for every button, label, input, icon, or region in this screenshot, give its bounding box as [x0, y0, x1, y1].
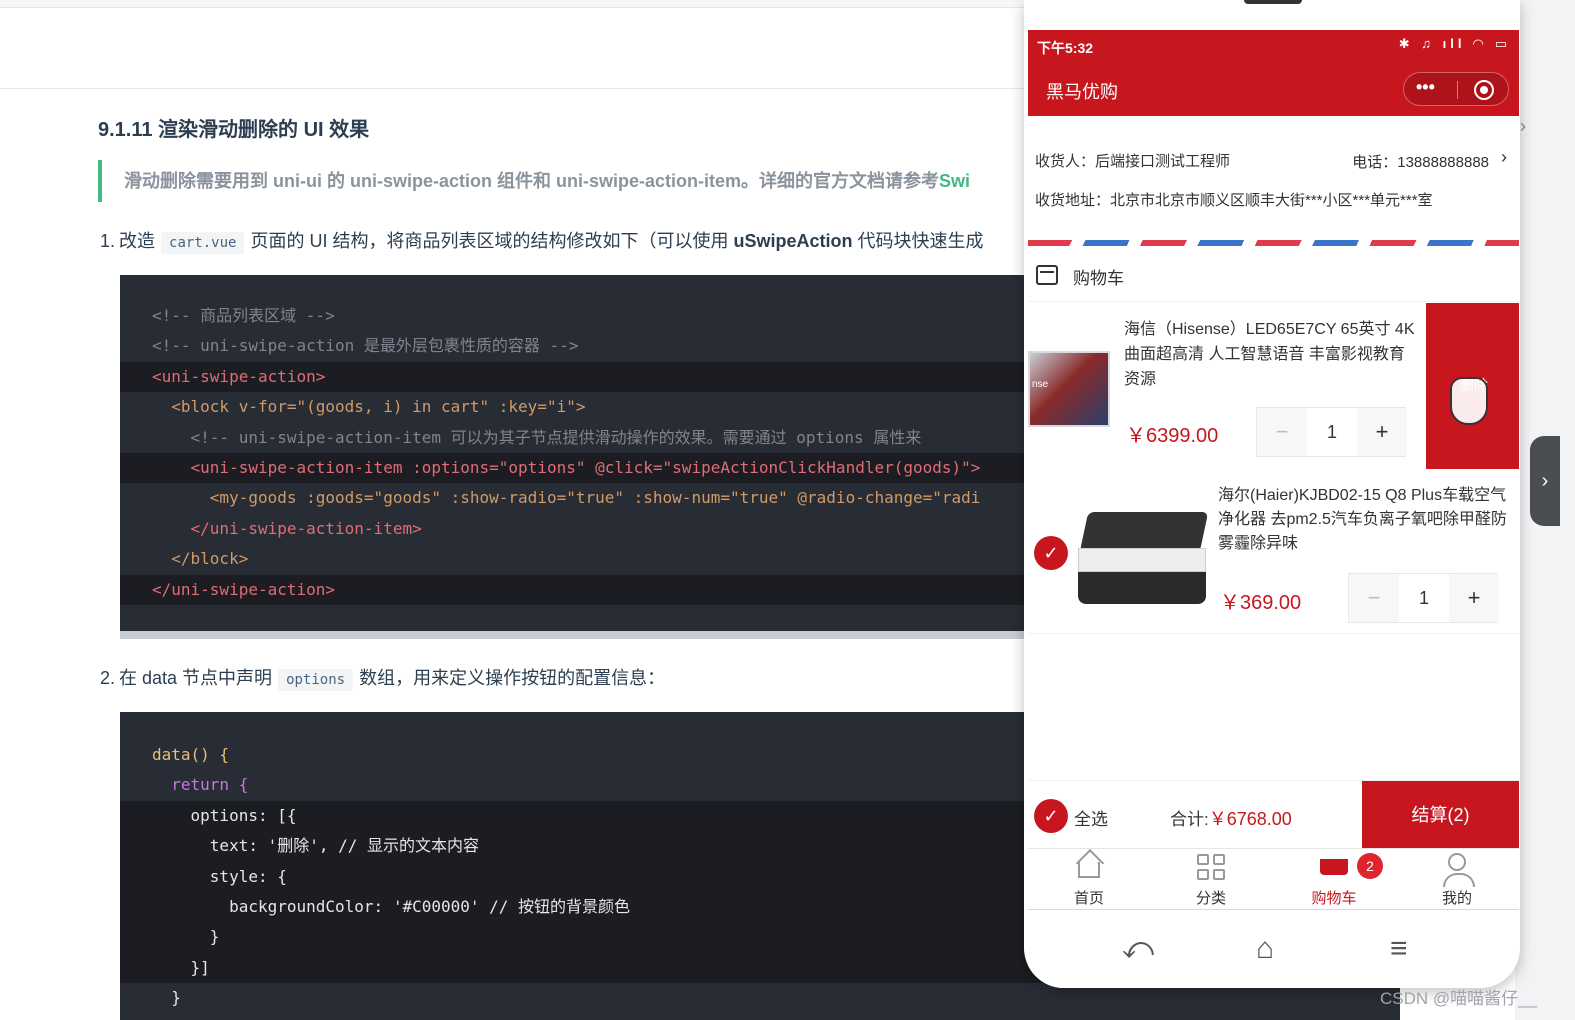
full-address: 收货地址：北京市北京市顺义区顺丰大街***小区***单元***室	[1035, 192, 1433, 209]
settle-bar: ✓ 全选 合计:￥6768.00 结算(2)	[1028, 780, 1519, 849]
tab-category[interactable]: 分类	[1150, 849, 1272, 911]
goods-image: nse	[1028, 351, 1110, 427]
back-icon[interactable]: ⤺	[1122, 932, 1154, 966]
swipe-delete-button[interactable]: 删除	[1426, 303, 1519, 469]
quantity-value[interactable]: 1	[1399, 574, 1449, 622]
code-line: </block>	[152, 549, 249, 569]
app-title: 黑马优购	[1046, 82, 1118, 102]
side-panel-toggle[interactable]: ›	[1530, 436, 1560, 526]
home-icon	[1078, 862, 1100, 878]
minus-button[interactable]: −	[1349, 574, 1399, 622]
plus-button[interactable]: +	[1357, 408, 1407, 456]
code-block-template: <!-- 商品列表区域 --> <!-- uni-swipe-action 是最…	[120, 275, 1025, 639]
cart-badge: 2	[1357, 853, 1383, 879]
tab-home[interactable]: 首页	[1028, 849, 1150, 911]
tab-my[interactable]: 我的	[1396, 849, 1518, 911]
tip-blockquote: 滑动删除需要用到 uni-ui 的 uni-swipe-action 组件和 u…	[98, 160, 1030, 202]
goods-price: ￥369.00	[1220, 592, 1302, 614]
address-border-stripe	[1028, 240, 1519, 246]
status-bar: 下午5:32 ✱ ♫ ıll ◠ ▭	[1028, 30, 1519, 62]
capsule-divider	[1457, 81, 1458, 99]
goods-image	[1076, 508, 1210, 608]
phone-notch	[1244, 0, 1302, 4]
inline-code-cart-vue: cart.vue	[161, 232, 245, 254]
cart-icon	[1320, 859, 1348, 875]
receiver: 收货人：后端接口测试工程师	[1035, 153, 1231, 170]
doc-divider	[0, 88, 1030, 89]
inline-code-options: options	[278, 669, 354, 691]
tab-bar: 首页 分类 2 购物车 我的	[1028, 848, 1519, 910]
receiver-phone: 电话：13888888888	[1352, 154, 1489, 171]
code-line: <uni-swipe-action-item :options="options…	[120, 452, 1025, 484]
user-icon	[1443, 853, 1475, 887]
cart-item[interactable]: ✓ 海尔(Haier)KJBD02-15 Q8 Plus车载空气净化器 去pm2…	[1028, 470, 1519, 634]
code-line: <!-- 商品列表区域 -->	[152, 306, 335, 325]
cart-title: 购物车	[1073, 269, 1124, 288]
system-nav-bar: ⤺ ⌂ ≡	[1028, 912, 1519, 988]
code-line: </uni-swipe-action-item>	[152, 518, 422, 538]
doc-top-bar	[0, 0, 1030, 8]
home-button-icon[interactable]: ⌂	[1256, 932, 1274, 966]
goods-name: 海信（Hisense）LED65E7CY 65英寸 4K曲面超高清 人工智慧语音…	[1124, 321, 1415, 388]
step-2: 2. 在 data 节点中声明 options 数组，用来定义操作按钮的配置信息：	[100, 663, 1030, 695]
code-scrollbar[interactable]	[120, 631, 1025, 639]
goods-name: 海尔(Haier)KJBD02-15 Q8 Plus车载空气净化器 去pm2.5…	[1218, 487, 1507, 552]
step-1: 1. 改造 cart.vue 页面的 UI 结构，将商品列表区域的结构修改如下（可以使…	[100, 226, 1030, 258]
quantity-stepper: − 1 +	[1256, 407, 1407, 457]
menu-icon[interactable]: ≡	[1390, 932, 1408, 966]
quantity-stepper: − 1 +	[1348, 573, 1499, 623]
category-icon	[1197, 854, 1225, 880]
status-icons: ✱ ♫ ıll ◠ ▭	[1398, 36, 1511, 51]
address-card[interactable]: 收货人：后端接口测试工程师 电话：13888888888 › 收货地址：北京市北…	[1028, 116, 1519, 240]
tab-cart[interactable]: 2 购物车	[1273, 849, 1395, 911]
docs-link[interactable]: Swi	[939, 171, 970, 191]
select-all-label[interactable]: 全选	[1074, 805, 1108, 830]
quantity-value[interactable]: 1	[1307, 408, 1357, 456]
code-line: <!-- uni-swipe-action 是最外层包裹性质的容器 -->	[152, 336, 579, 356]
capsule-menu: •••	[1403, 72, 1509, 106]
checkout-button[interactable]: 结算(2)	[1362, 781, 1519, 849]
tip-text: 滑动删除需要用到 uni-ui 的 uni-swipe-action 组件和 u…	[124, 171, 939, 191]
code-line: <uni-swipe-action>	[120, 361, 1025, 393]
item-checkbox[interactable]: ✓	[1034, 536, 1068, 570]
watermark: CSDN @喵喵酱仔__	[1380, 989, 1538, 1008]
more-icon[interactable]: •••	[1416, 77, 1435, 98]
phone-simulator: 下午5:32 ✱ ♫ ıll ◠ ▭ 黑马优购 ••• 收货人：后端接口测试工程…	[1024, 0, 1520, 988]
code-line: <block v-for="(goods, i) in cart" :key="…	[152, 397, 586, 417]
goods-price: ￥6399.00	[1126, 425, 1219, 447]
select-all-checkbox[interactable]: ✓	[1034, 799, 1068, 833]
shop-icon	[1036, 265, 1058, 285]
chevron-right-icon: ›	[1501, 147, 1507, 167]
close-program-icon[interactable]	[1474, 80, 1494, 100]
hand-cursor-icon	[1450, 377, 1488, 425]
mini-program-navbar: 黑马优购 •••	[1028, 62, 1519, 116]
plus-button[interactable]: +	[1449, 574, 1499, 622]
status-time: 下午5:32	[1037, 40, 1094, 56]
expand-arrow-icon[interactable]: ›	[1520, 116, 1526, 137]
code-line: </uni-swipe-action>	[120, 574, 1025, 605]
cart-item[interactable]: nse 海信（Hisense）LED65E7CY 65英寸 4K曲面超高清 人工…	[1028, 303, 1519, 469]
minus-button[interactable]: −	[1257, 408, 1307, 456]
total-amount: 合计:￥6768.00	[1170, 809, 1292, 829]
code-line: <!-- uni-swipe-action-item 可以为其子节点提供滑动操作…	[152, 427, 922, 447]
cart-header: 购物车	[1028, 256, 1519, 302]
code-line: <my-goods :goods="goods" :show-radio="tr…	[152, 488, 981, 508]
section-heading: 9.1.11 渲染滑动删除的 UI 效果	[98, 119, 370, 141]
